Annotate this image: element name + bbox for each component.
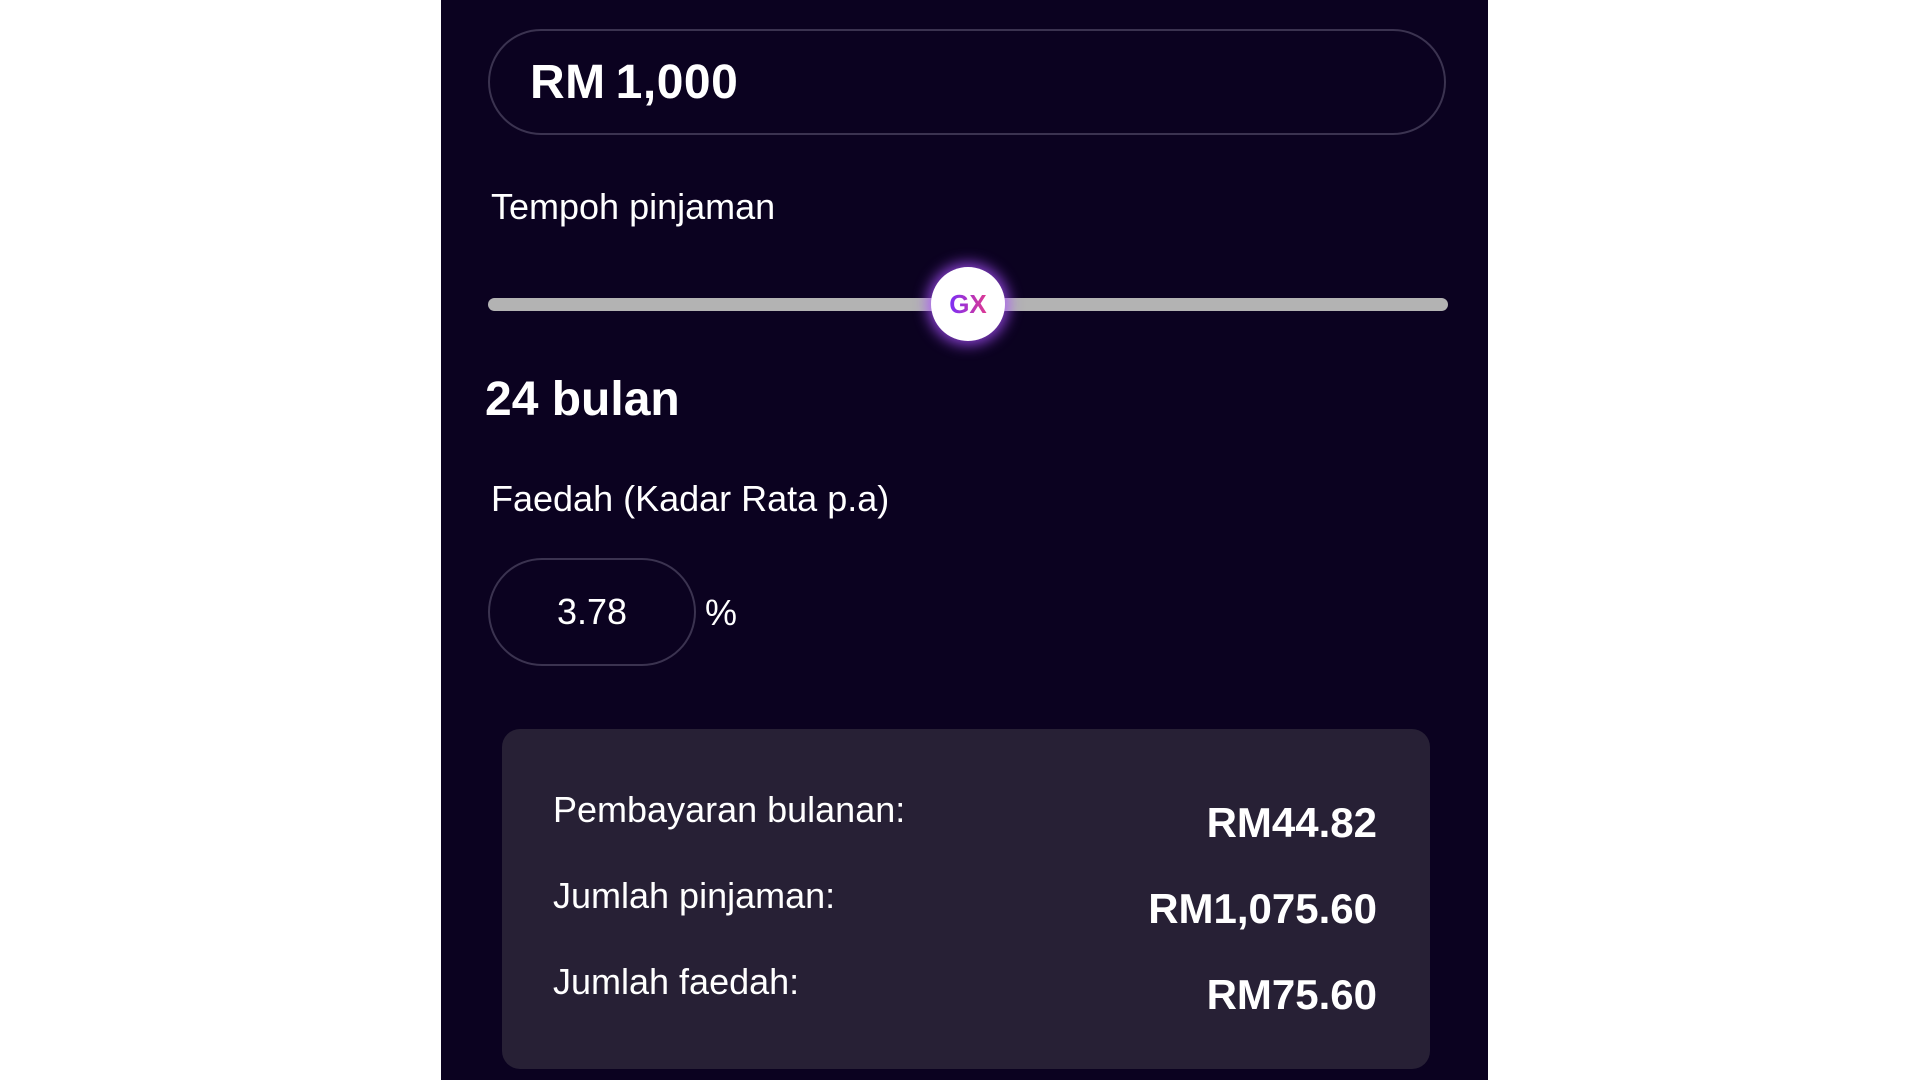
interest-rate-input[interactable]: 3.78 (488, 558, 696, 666)
loan-amount-value: 1,000 (615, 55, 739, 109)
total-interest-value: RM75.60 (1206, 971, 1377, 1018)
monthly-payment-label: Pembayaran bulanan: (553, 789, 906, 830)
results-card: Pembayaran bulanan: RM44.82 Jumlah pinja… (502, 729, 1430, 1069)
loan-calculator-panel: RM 1,000 Tempoh pinjaman GX 24 bulan Fae… (441, 0, 1488, 1080)
gx-logo-icon: GX (949, 289, 987, 319)
result-row-total-interest: Jumlah faedah: RM75.60 (553, 961, 1377, 1021)
loan-amount-input[interactable]: RM 1,000 (488, 29, 1446, 135)
result-row-total-loan: Jumlah pinjaman: RM1,075.60 (553, 875, 1377, 935)
total-interest-label: Jumlah faedah: (553, 961, 800, 1002)
loan-amount-currency: RM (530, 55, 606, 109)
total-loan-value: RM1,075.60 (1148, 885, 1377, 932)
tenure-label: Tempoh pinjaman (491, 186, 776, 227)
interest-rate-unit: % (705, 592, 738, 633)
result-row-monthly-payment: Pembayaran bulanan: RM44.82 (553, 789, 1377, 849)
interest-rate-value: 3.78 (556, 591, 628, 632)
interest-label: Faedah (Kadar Rata p.a) (491, 478, 890, 519)
tenure-slider[interactable]: GX (488, 265, 1448, 345)
tenure-slider-thumb[interactable]: GX (931, 267, 1005, 341)
tenure-value: 24 bulan (485, 373, 680, 426)
total-loan-label: Jumlah pinjaman: (553, 875, 836, 916)
gx-logo-text: GX (949, 289, 987, 319)
monthly-payment-value: RM44.82 (1206, 799, 1377, 846)
